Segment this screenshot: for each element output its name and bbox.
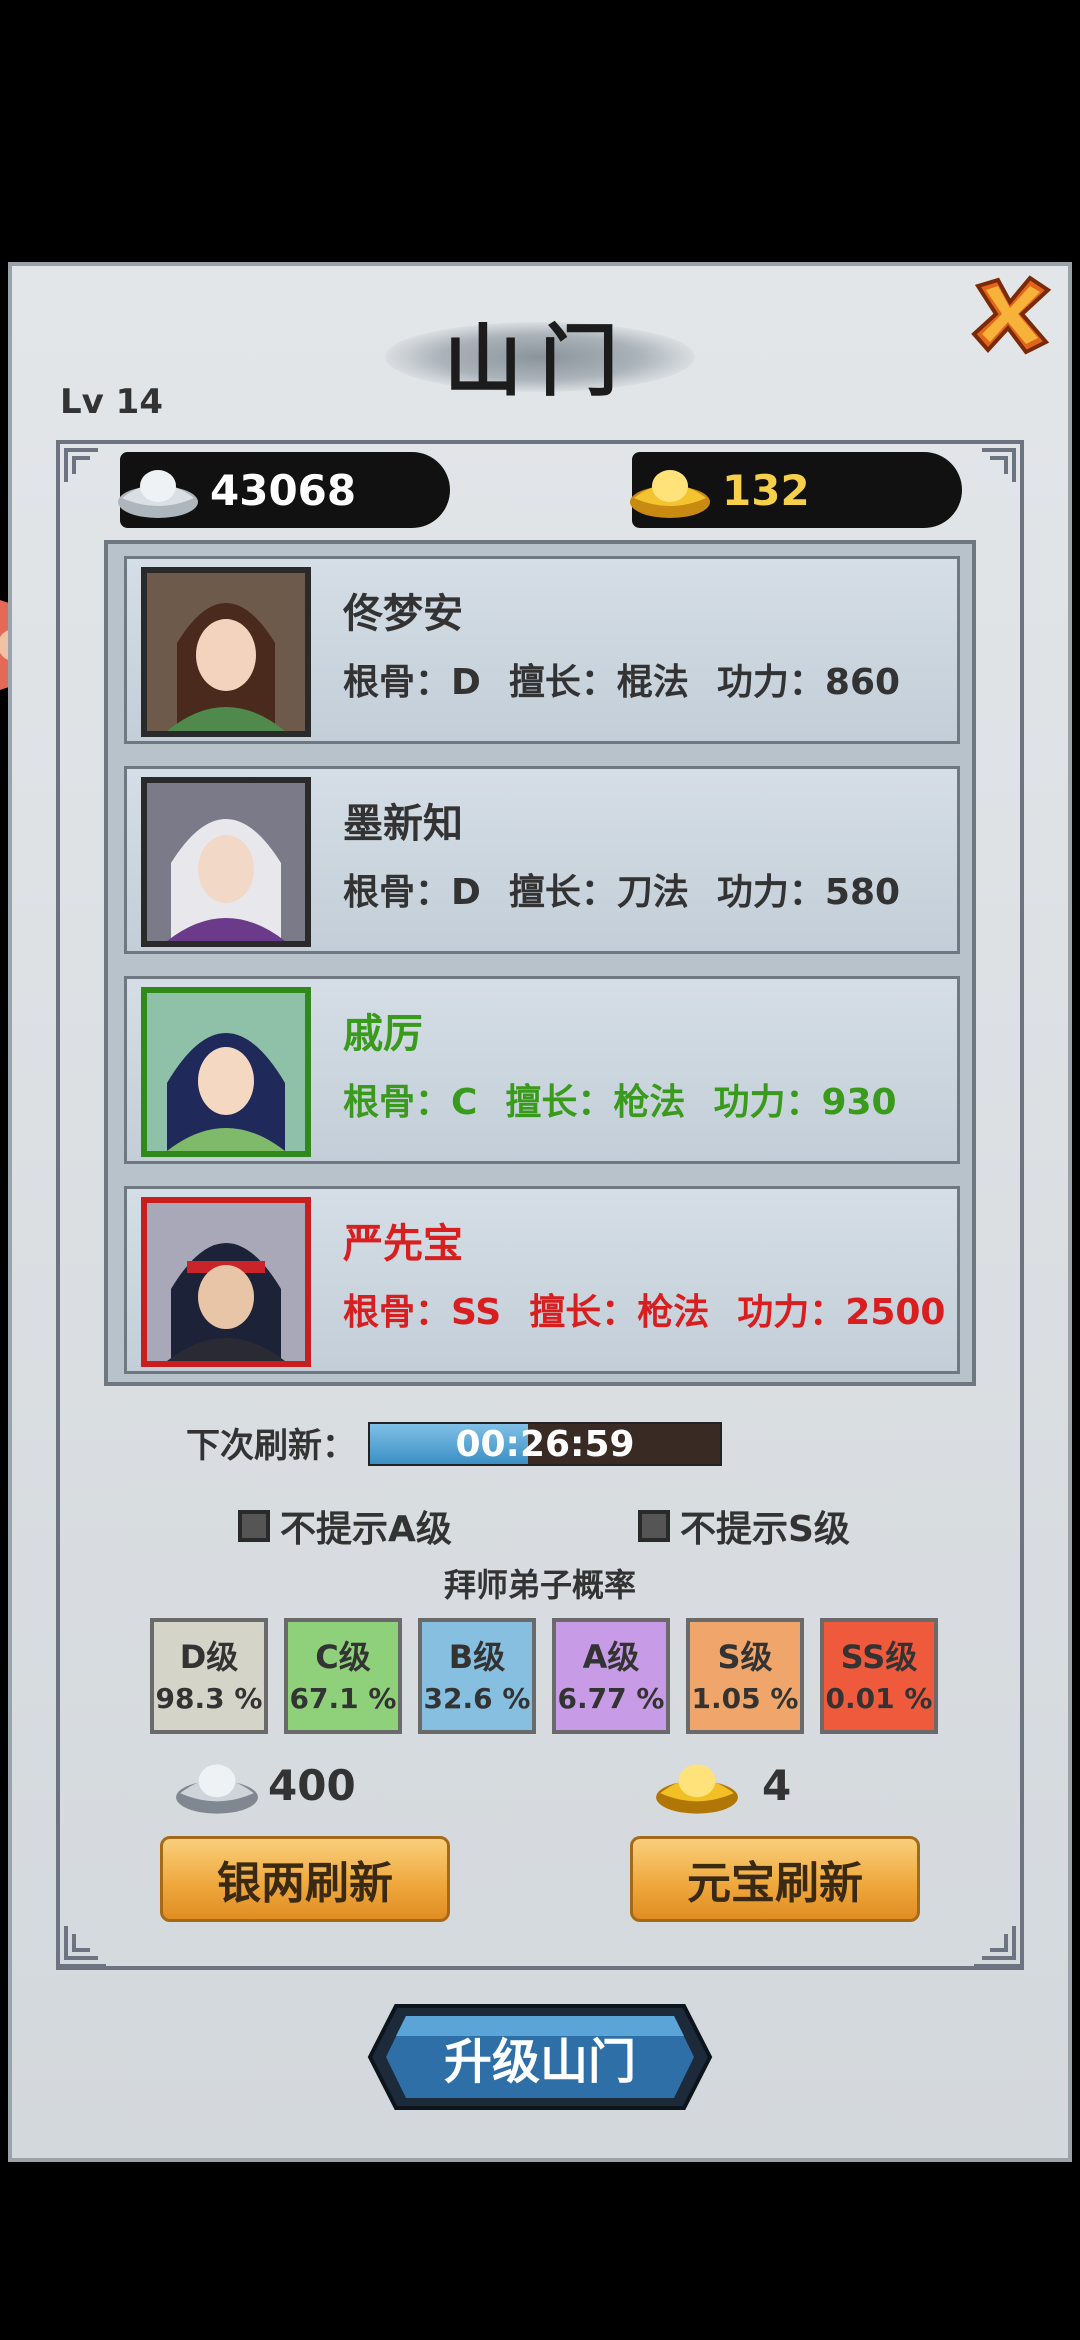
page-title: 山门 <box>443 317 636 407</box>
disciple-stats: 根骨：SS 擅长：枪法 功力：2500 <box>343 1283 973 1335</box>
silver-refresh-button[interactable]: 银两刷新 <box>160 1836 450 1922</box>
disciple-card[interactable]: 佟梦安 根骨：D 擅长：棍法 功力：860 <box>124 556 960 744</box>
disciple-rootbone: 根骨：D <box>343 662 481 703</box>
corner-ornament-icon <box>56 440 106 490</box>
grade-name: C级 <box>315 1638 371 1676</box>
disciple-portrait <box>141 567 311 737</box>
level-label: Lv 14 <box>60 382 163 422</box>
disciple-power: 功力：2500 <box>737 1292 946 1333</box>
gold-ingot-icon <box>656 1764 738 1814</box>
disciple-avatar-icon <box>147 573 305 731</box>
silver-cost: 400 <box>172 1752 356 1818</box>
grade-probability-value: 6.77 % <box>557 1682 665 1715</box>
disciple-skill: 擅长：枪法 <box>505 1082 686 1123</box>
disciple-card[interactable]: 严先宝 根骨：SS 擅长：枪法 功力：2500 <box>124 1186 960 1374</box>
upgrade-gate-label: 升级山门 <box>443 2034 636 2090</box>
disciple-card[interactable]: 戚厉 根骨：C 擅长：枪法 功力：930 <box>124 976 960 1164</box>
hide-a-checkbox[interactable] <box>238 1510 270 1542</box>
disciple-card[interactable]: 墨新知 根骨：D 擅长：刀法 功力：580 <box>124 766 960 954</box>
title-banner: 山门 <box>385 300 695 410</box>
grade-probability-box: A级 6.77 % <box>552 1618 670 1734</box>
disciple-portrait <box>141 1197 311 1367</box>
disciple-stats: 根骨：D 擅长：棍法 功力：860 <box>343 653 928 705</box>
disciple-portrait <box>141 777 311 947</box>
disciple-avatar-icon <box>147 993 305 1151</box>
disciple-rootbone: 根骨：SS <box>343 1292 502 1333</box>
refresh-timer-bar: 00:26:59 <box>368 1422 722 1466</box>
gold-cost-amount: 4 <box>762 1760 792 1810</box>
disciple-stats: 根骨：C 擅长：枪法 功力：930 <box>343 1073 925 1125</box>
grade-probability-value: 0.01 % <box>825 1682 933 1715</box>
disciple-list: 佟梦安 根骨：D 擅长：棍法 功力：860 墨新知 根骨：D 擅长：刀法 功力：580 <box>104 540 976 1386</box>
hide-a-toggle[interactable]: 不提示A级 <box>238 1500 452 1552</box>
disciple-name: 佟梦安 <box>343 591 463 637</box>
refresh-label: 下次刷新： <box>186 1425 356 1466</box>
disciple-stats: 根骨：D 擅长：刀法 功力：580 <box>343 863 928 915</box>
grade-name: SS级 <box>840 1638 918 1676</box>
grade-name: S级 <box>717 1638 773 1676</box>
grade-probability-box: D级 98.3 % <box>150 1618 268 1734</box>
grade-probability-box: S级 1.05 % <box>686 1618 804 1734</box>
gold-balance: 132 <box>630 452 962 528</box>
corner-ornament-icon <box>974 1918 1024 1968</box>
disciple-rootbone: 根骨：D <box>343 872 481 913</box>
gold-cost: 4 <box>652 1752 791 1818</box>
disciple-name: 墨新知 <box>343 801 463 847</box>
hide-s-label: 不提示S级 <box>680 1509 850 1550</box>
silver-ingot-icon <box>176 1764 258 1814</box>
grade-probability-value: 1.05 % <box>691 1682 799 1715</box>
disciple-power: 功力：580 <box>716 872 901 913</box>
gold-amount: 132 <box>722 465 810 515</box>
grade-probability-box: SS级 0.01 % <box>820 1618 938 1734</box>
grade-probability-value: 67.1 % <box>289 1682 397 1715</box>
silver-cost-amount: 400 <box>268 1760 356 1810</box>
corner-ornament-icon <box>56 1918 106 1968</box>
disciple-portrait <box>141 987 311 1157</box>
grade-probability-value: 98.3 % <box>155 1682 263 1715</box>
silver-ingot-icon <box>118 470 198 518</box>
grade-probability-box: B级 32.6 % <box>418 1618 536 1734</box>
grade-probability-box: C级 67.1 % <box>284 1618 402 1734</box>
disciple-power: 功力：930 <box>713 1082 897 1123</box>
disciple-rootbone: 根骨：C <box>343 1082 478 1123</box>
disciple-skill: 擅长：刀法 <box>508 872 689 913</box>
grade-name: D级 <box>179 1638 239 1676</box>
refresh-timer-text: 00:26:59 <box>455 1423 635 1465</box>
close-button[interactable] <box>968 272 1052 356</box>
upgrade-gate-button[interactable]: 升级山门 <box>366 2002 714 2112</box>
grade-name: A级 <box>582 1638 640 1676</box>
disciple-avatar-icon <box>147 783 305 941</box>
hide-a-label: 不提示A级 <box>280 1509 452 1550</box>
grade-name: B级 <box>448 1638 506 1676</box>
probability-title: 拜师弟子概率 <box>443 1566 636 1604</box>
disciple-name: 戚厉 <box>343 1011 423 1057</box>
close-icon <box>971 275 1052 355</box>
grade-probability-value: 32.6 % <box>423 1682 531 1715</box>
silver-amount: 43068 <box>210 465 357 515</box>
gold-refresh-button[interactable]: 元宝刷新 <box>630 1836 920 1922</box>
refresh-row: 下次刷新： <box>186 1420 356 1466</box>
hide-s-toggle[interactable]: 不提示S级 <box>638 1500 850 1552</box>
corner-ornament-icon <box>974 440 1024 490</box>
gold-ingot-icon <box>630 470 710 518</box>
hide-s-checkbox[interactable] <box>638 1510 670 1542</box>
disciple-avatar-icon <box>147 1203 305 1361</box>
disciple-name: 严先宝 <box>343 1221 463 1267</box>
silver-balance: 43068 <box>118 452 450 528</box>
disciple-skill: 擅长：棍法 <box>508 662 689 703</box>
disciple-power: 功力：860 <box>716 662 901 703</box>
disciple-skill: 擅长：枪法 <box>529 1292 710 1333</box>
